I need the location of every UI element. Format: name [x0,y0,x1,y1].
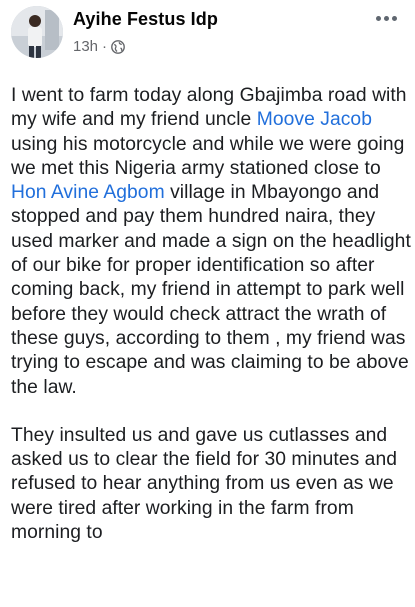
tagged-user-link[interactable]: Hon Avine Agbom [11,182,165,203]
tagged-user-link[interactable]: Moove Jacob [257,109,372,130]
paragraph-1-text-2: using his motorcycle and while we were g… [11,133,405,179]
post-paragraph-1: I went to farm today along Gbajimba road… [11,84,411,400]
post-timestamp[interactable]: 13h [73,38,98,55]
meta-separator: · [102,38,108,55]
more-dot [391,15,397,21]
more-options-icon[interactable] [371,6,401,30]
post-paragraph-2: They insulted us and gave us cutlasses a… [11,424,398,544]
author-name[interactable]: Ayihe Festus Idp [73,9,218,30]
paragraph-1-text-3: village in Mbayongo and stopped and pay … [11,182,411,398]
post-text: I went to farm today along Gbajimba road… [11,84,411,569]
globe-icon [111,39,125,54]
avatar[interactable] [11,6,63,58]
more-dot [383,15,389,21]
post-header: Ayihe Festus Idp 13h · [0,0,415,70]
avatar-image [11,6,63,58]
post-meta: 13h · [73,38,125,55]
more-dot [375,15,381,21]
